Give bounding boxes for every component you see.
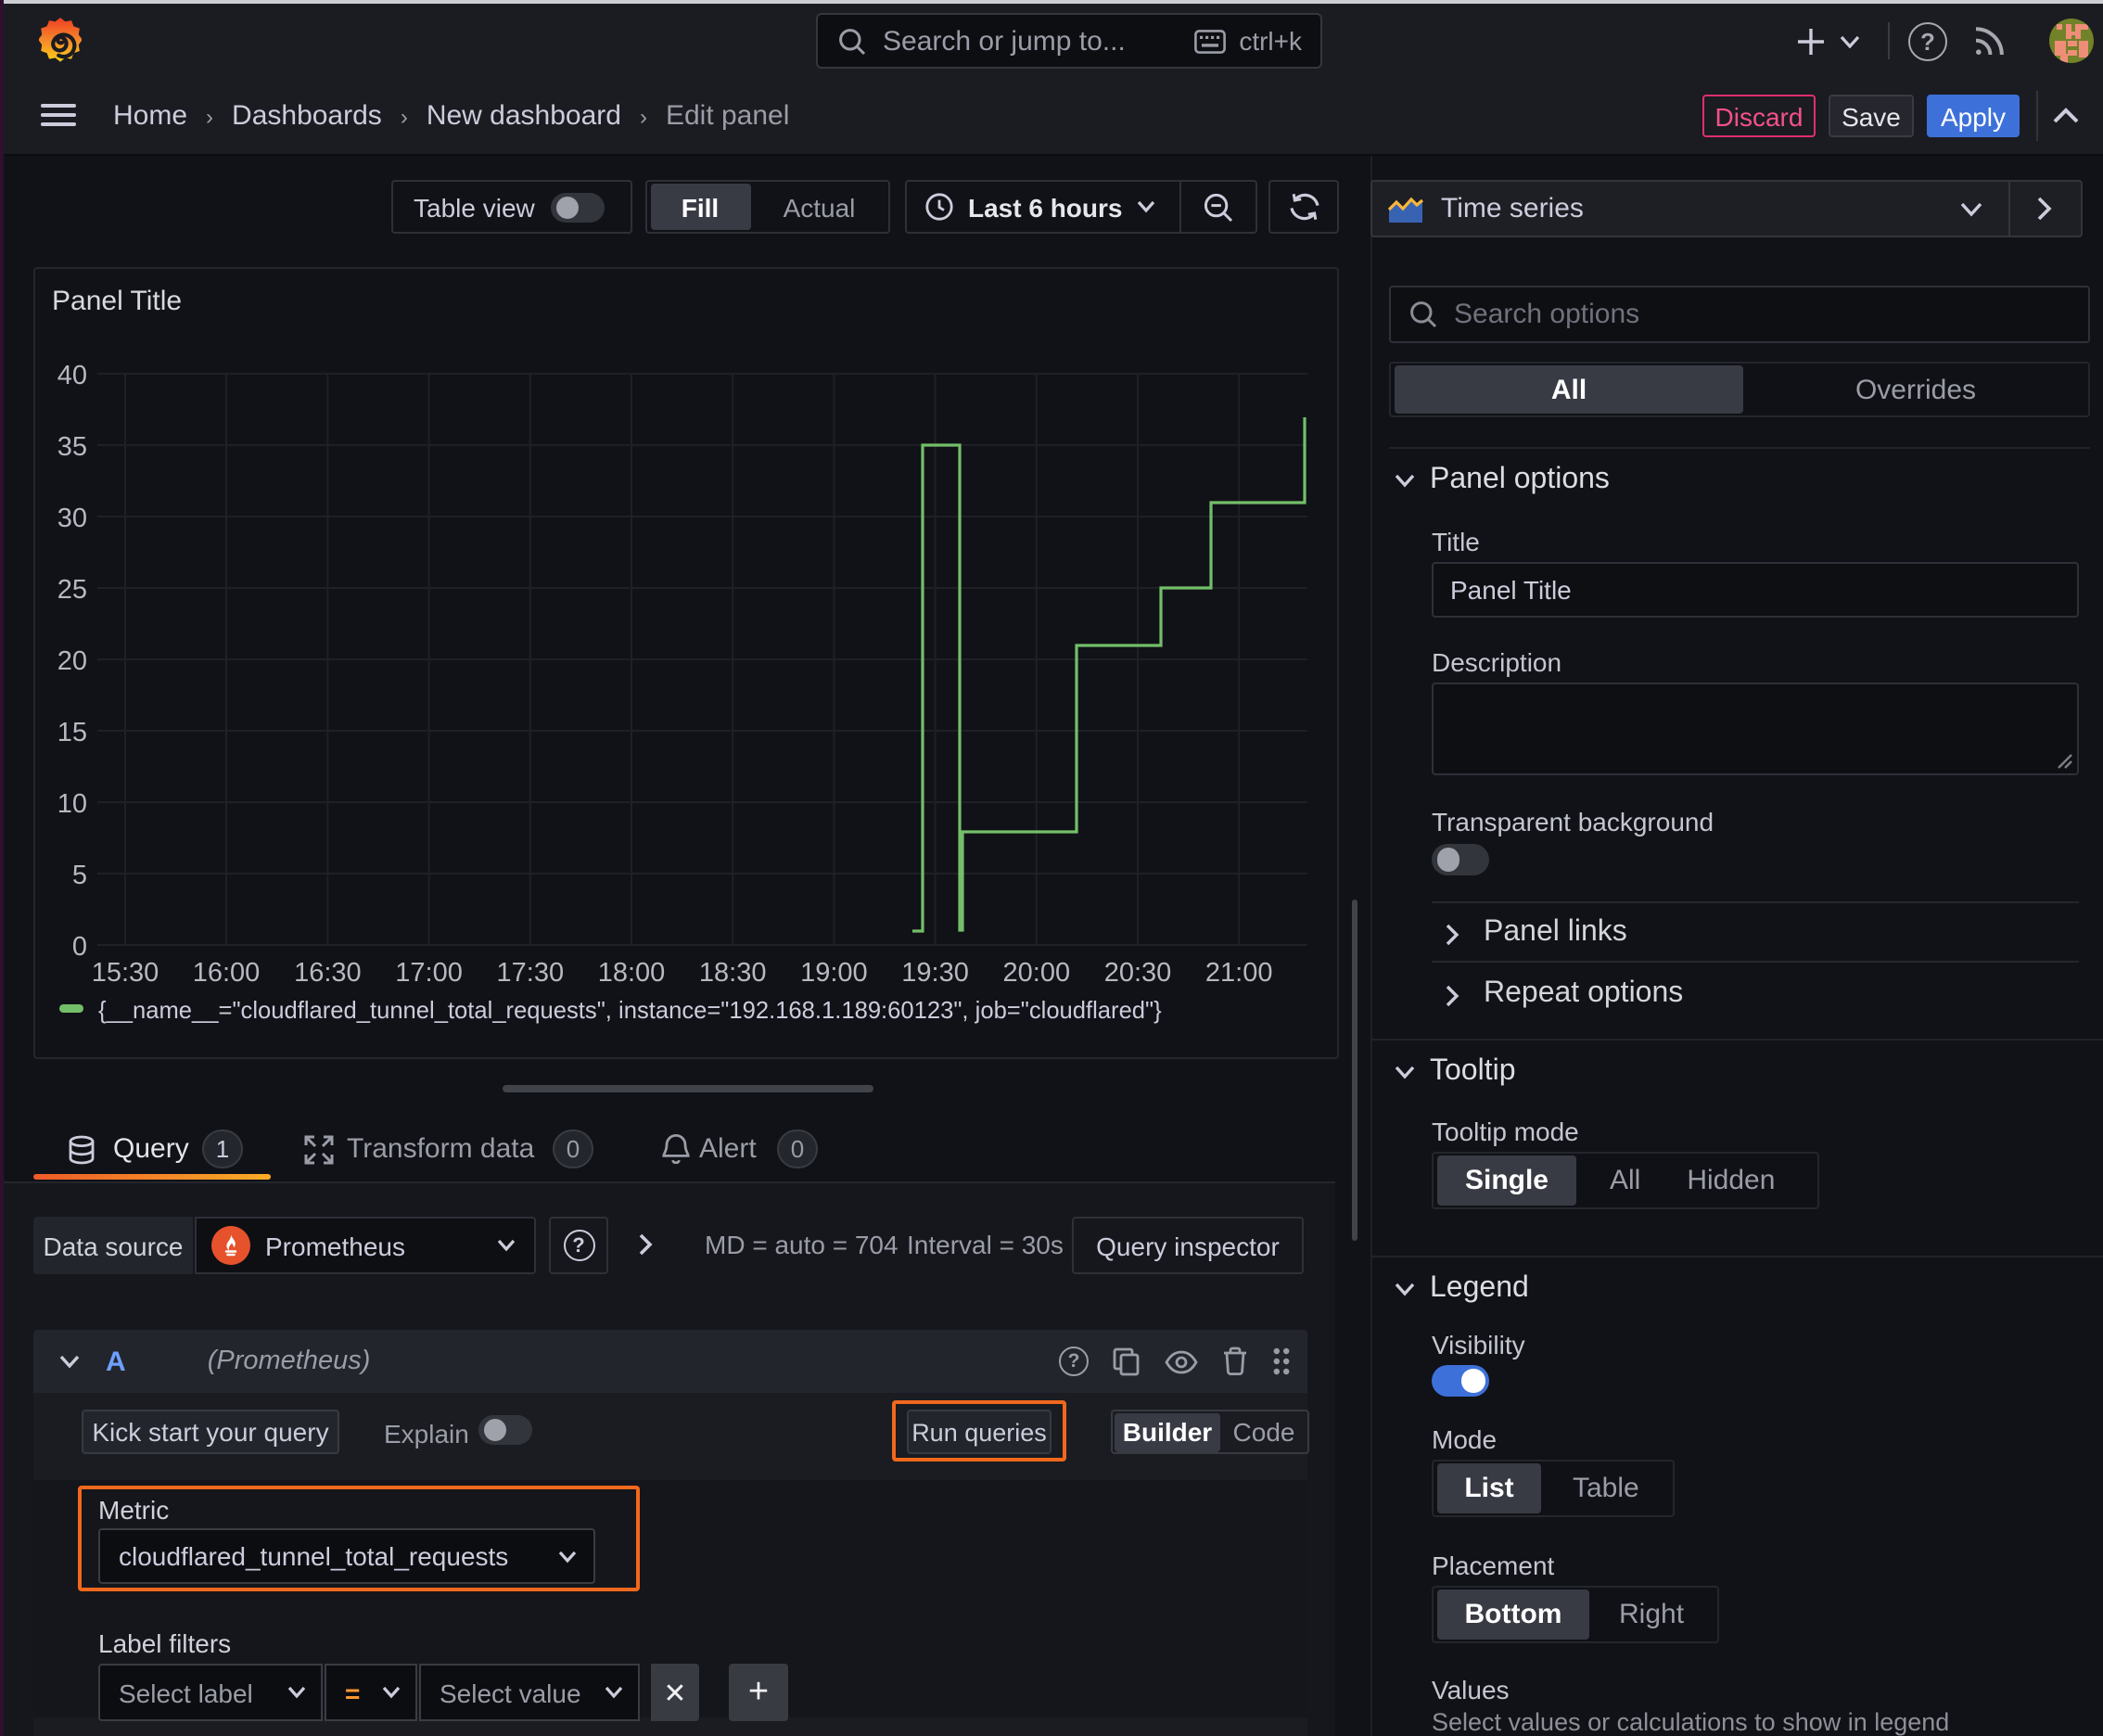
svg-text:15: 15 xyxy=(57,718,87,747)
svg-text:15:30: 15:30 xyxy=(92,958,159,988)
svg-text:10: 10 xyxy=(57,789,87,819)
svg-text:5: 5 xyxy=(72,861,87,890)
svg-text:35: 35 xyxy=(57,432,87,462)
svg-text:19:30: 19:30 xyxy=(901,958,969,988)
svg-text:18:30: 18:30 xyxy=(699,958,767,988)
svg-text:20:30: 20:30 xyxy=(1104,958,1172,988)
svg-text:{__name__="cloudflared_tunnel_: {__name__="cloudflared_tunnel_total_requ… xyxy=(98,998,1162,1024)
svg-text:40: 40 xyxy=(57,361,87,390)
svg-text:18:00: 18:00 xyxy=(598,958,666,988)
svg-text:19:00: 19:00 xyxy=(800,958,868,988)
svg-text:0: 0 xyxy=(72,932,87,962)
svg-text:21:00: 21:00 xyxy=(1205,958,1273,988)
svg-text:16:00: 16:00 xyxy=(193,958,261,988)
svg-text:25: 25 xyxy=(57,575,87,605)
svg-text:17:00: 17:00 xyxy=(395,958,463,988)
svg-text:20: 20 xyxy=(57,646,87,676)
svg-text:20:00: 20:00 xyxy=(1003,958,1071,988)
svg-text:30: 30 xyxy=(57,504,87,533)
svg-text:17:30: 17:30 xyxy=(497,958,565,988)
svg-text:16:30: 16:30 xyxy=(294,958,362,988)
